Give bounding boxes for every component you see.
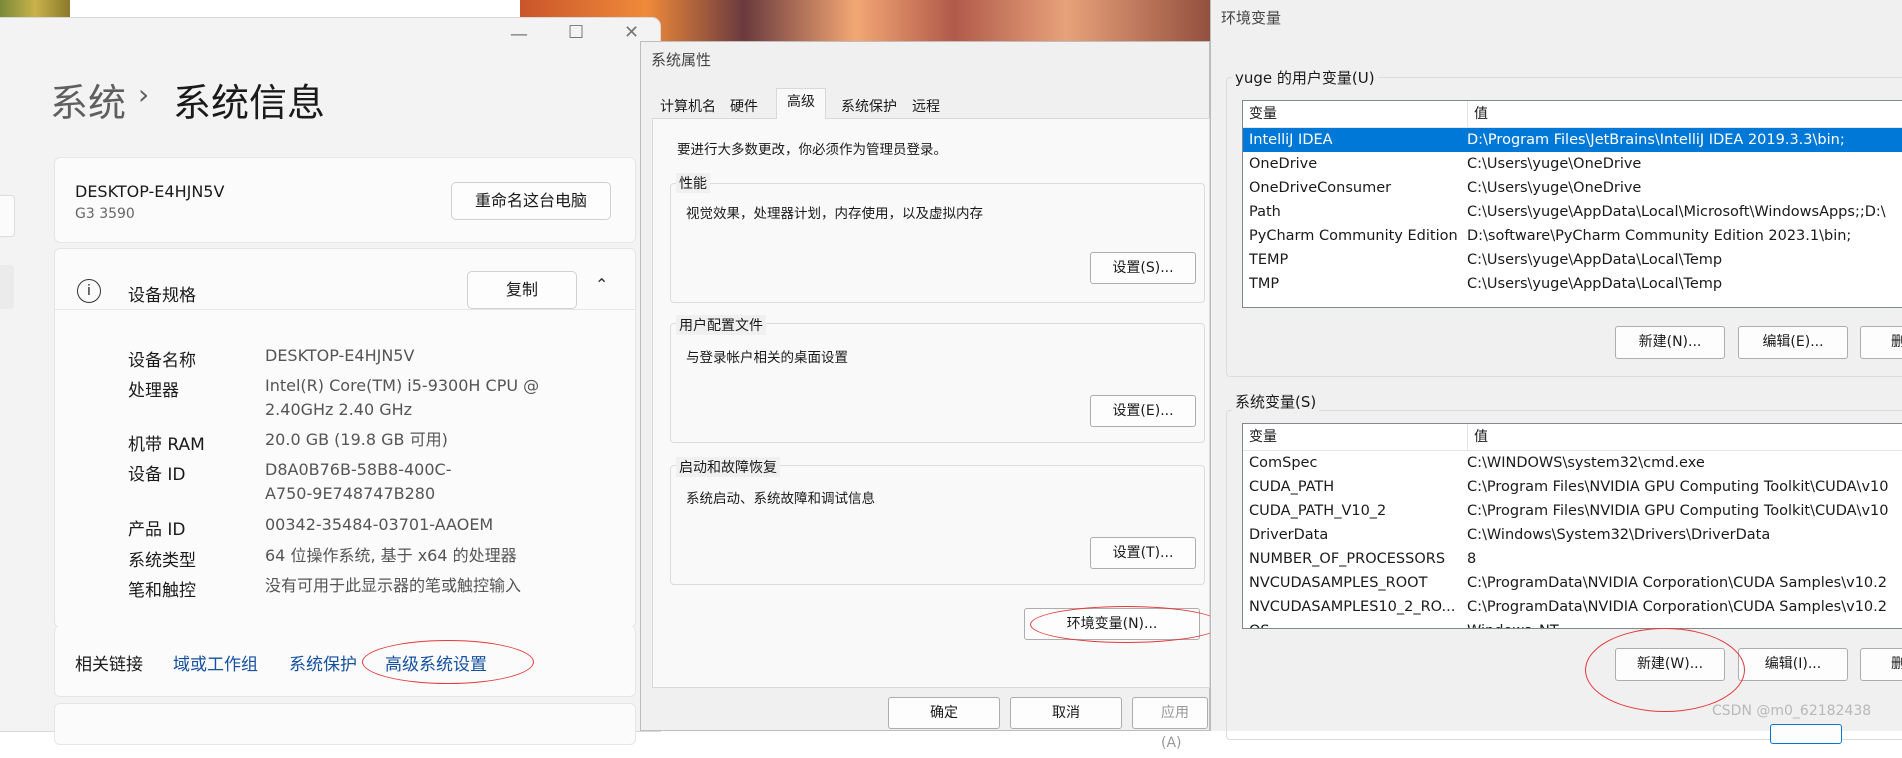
spec-value: 00342-35484-03701-AAOEM [265, 515, 494, 534]
table-row[interactable]: CUDA_PATH C:\Program Files\NVIDIA GPU Com… [1243, 475, 1902, 499]
table-row[interactable]: OneDrive C:\Users\yuge\OneDrive [1243, 152, 1902, 176]
annotation-ellipse [362, 640, 534, 684]
admin-note: 要进行大多数更改，你必须作为管理员登录。 [677, 142, 947, 158]
tab-computer-name[interactable]: 计算机名 [656, 94, 720, 120]
spec-value: Intel(R) Core(TM) i5-9300H CPU @ [265, 376, 540, 395]
tab-hardware[interactable]: 硬件 [722, 94, 766, 120]
link-system-protection[interactable]: 系统保护 [289, 650, 357, 675]
table-row[interactable]: TEMP C:\Users\yuge\AppData\Local\Temp [1243, 248, 1902, 272]
system-vars-label: 系统变量(S) [1232, 391, 1320, 412]
table-row[interactable]: OneDriveConsumer C:\Users\yuge\OneDrive [1243, 176, 1902, 200]
system-edit-button[interactable]: 编辑(I)... [1738, 648, 1848, 681]
column-header-variable[interactable]: 变量 [1249, 101, 1459, 127]
dialog-title: 系统属性 [651, 51, 712, 69]
performance-desc: 视觉效果，处理器计划，内存使用，以及虚拟内存 [686, 206, 983, 222]
tab-remote[interactable]: 远程 [906, 94, 946, 120]
column-header-variable[interactable]: 变量 [1249, 424, 1459, 450]
info-icon: i [77, 279, 101, 303]
spec-label: 笔和触控 [128, 581, 196, 601]
rename-pc-button[interactable]: 重命名这台电脑 [451, 182, 611, 220]
next-card [54, 703, 636, 745]
spec-value: 没有可用于此显示器的笔或触控输入 [265, 576, 522, 595]
table-row[interactable]: NVCUDASAMPLES10_2_RO... C:\ProgramData\NV… [1243, 595, 1902, 619]
table-row[interactable]: TMP C:\Users\yuge\AppData\Local\Temp [1243, 272, 1902, 296]
divider [55, 309, 635, 310]
annotation-ellipse [1585, 628, 1745, 712]
nav-item-stub[interactable] [0, 265, 14, 309]
breadcrumb-parent[interactable]: 系统 [50, 72, 126, 127]
device-specs-card: i 设备规格 复制 ⌃ 设备名称 DESKTOP-E4HJN5V 处理器 Int… [54, 248, 636, 628]
spec-value: DESKTOP-E4HJN5V [265, 346, 415, 365]
table-row[interactable]: ComSpec C:\WINDOWS\system32\cmd.exe [1243, 451, 1902, 475]
user-vars-label: yuge 的用户变量(U) [1232, 67, 1378, 88]
user-new-button[interactable]: 新建(N)... [1615, 326, 1725, 359]
user-profiles-label: 用户配置文件 [676, 315, 766, 335]
ok-button[interactable]: 确定 [888, 697, 1000, 729]
column-header-value[interactable]: 值 [1467, 424, 1488, 450]
spec-label: 处理器 [128, 381, 179, 401]
device-model: G3 3590 [75, 206, 135, 222]
cancel-button[interactable]: 取消 [1010, 697, 1122, 729]
apply-button[interactable]: 应用(A) [1132, 697, 1208, 751]
user-profiles-desc: 与登录帐户相关的桌面设置 [686, 350, 848, 366]
related-links-label: 相关链接 [75, 655, 143, 675]
close-icon[interactable]: ✕ [624, 22, 639, 43]
desktop-wallpaper-corner [0, 0, 70, 20]
table-row[interactable]: Path C:\Users\yuge\AppData\Local\Microsof… [1243, 200, 1902, 224]
device-name: DESKTOP-E4HJN5V [75, 182, 225, 201]
breadcrumb-separator-icon: › [138, 78, 150, 111]
table-row[interactable]: NVCUDASAMPLES_ROOT C:\ProgramData\NVIDIA … [1243, 571, 1902, 595]
tab-system-protection[interactable]: 系统保护 [832, 94, 906, 120]
spec-value: 20.0 GB (19.8 GB 可用) [265, 430, 448, 449]
related-links-bar: 相关链接 域或工作组 系统保护 高级系统设置 [54, 626, 636, 697]
spec-value-cont: A750-9E748747B280 [265, 484, 436, 503]
maximize-icon[interactable]: ☐ [568, 22, 584, 43]
spec-value-cont: 2.40GHz 2.40 GHz [265, 400, 413, 419]
user-profiles-settings-button[interactable]: 设置(E)... [1090, 395, 1196, 427]
table-row[interactable]: PyCharm Community Edition D:\software\PyC… [1243, 224, 1902, 248]
nav-collapse-tab[interactable] [0, 195, 15, 237]
user-edit-button[interactable]: 编辑(E)... [1738, 326, 1848, 359]
system-vars-list[interactable]: 变量 值 ComSpec C:\WINDOWS\system32\cmd.exe … [1242, 423, 1902, 629]
table-row[interactable]: CUDA_PATH_V10_2 C:\Program Files\NVIDIA G… [1243, 499, 1902, 523]
spec-value: 64 位操作系统, 基于 x64 的处理器 [265, 546, 517, 565]
spec-label: 设备 ID [128, 465, 186, 485]
table-row[interactable]: NUMBER_OF_PROCESSORS 8 [1243, 547, 1902, 571]
system-delete-button[interactable]: 删 [1860, 648, 1902, 681]
performance-settings-button[interactable]: 设置(S)... [1090, 252, 1196, 284]
copy-button[interactable]: 复制 [467, 271, 577, 309]
ok-button-partial[interactable] [1770, 724, 1842, 744]
table-row[interactable]: OSWindows_NT [1243, 619, 1902, 628]
user-vars-list[interactable]: 变量 值 IntelliJ IDEA D:\Program Files\JetBr… [1242, 100, 1902, 308]
spec-label: 设备名称 [128, 351, 196, 371]
annotation-ellipse [1030, 606, 1222, 643]
tab-advanced[interactable]: 高级 [776, 88, 826, 119]
table-row[interactable]: DriverData C:\Windows\System32\Drivers\Dr… [1243, 523, 1902, 547]
startup-label: 启动和故障恢复 [676, 457, 780, 477]
spec-label: 机带 RAM [128, 435, 205, 455]
performance-group [670, 183, 1205, 303]
link-domain-workgroup[interactable]: 域或工作组 [173, 650, 258, 675]
minimize-icon[interactable]: — [510, 24, 528, 45]
table-row[interactable]: IntelliJ IDEA D:\Program Files\JetBrains\… [1243, 128, 1902, 152]
dialog-title: 环境变量 [1221, 9, 1282, 27]
list-header: 变量 值 [1243, 424, 1902, 451]
list-header: 变量 值 [1243, 101, 1902, 128]
column-header-value[interactable]: 值 [1467, 101, 1488, 127]
spec-label: 产品 ID [128, 520, 186, 540]
page-title: 系统信息 [173, 81, 326, 125]
performance-label: 性能 [676, 173, 710, 193]
device-card: DESKTOP-E4HJN5V G3 3590 重命名这台电脑 [54, 157, 636, 243]
specs-title: 设备规格 [128, 286, 196, 306]
startup-desc: 系统启动、系统故障和调试信息 [686, 491, 875, 507]
spec-label: 系统类型 [128, 551, 196, 571]
startup-settings-button[interactable]: 设置(T)... [1090, 537, 1196, 569]
chevron-up-icon[interactable]: ⌃ [595, 275, 608, 294]
watermark: CSDN @m0_62182438 [1712, 703, 1872, 719]
spec-value: D8A0B76B-58B8-400C- [265, 460, 452, 479]
user-delete-button[interactable]: 删 [1860, 326, 1902, 359]
